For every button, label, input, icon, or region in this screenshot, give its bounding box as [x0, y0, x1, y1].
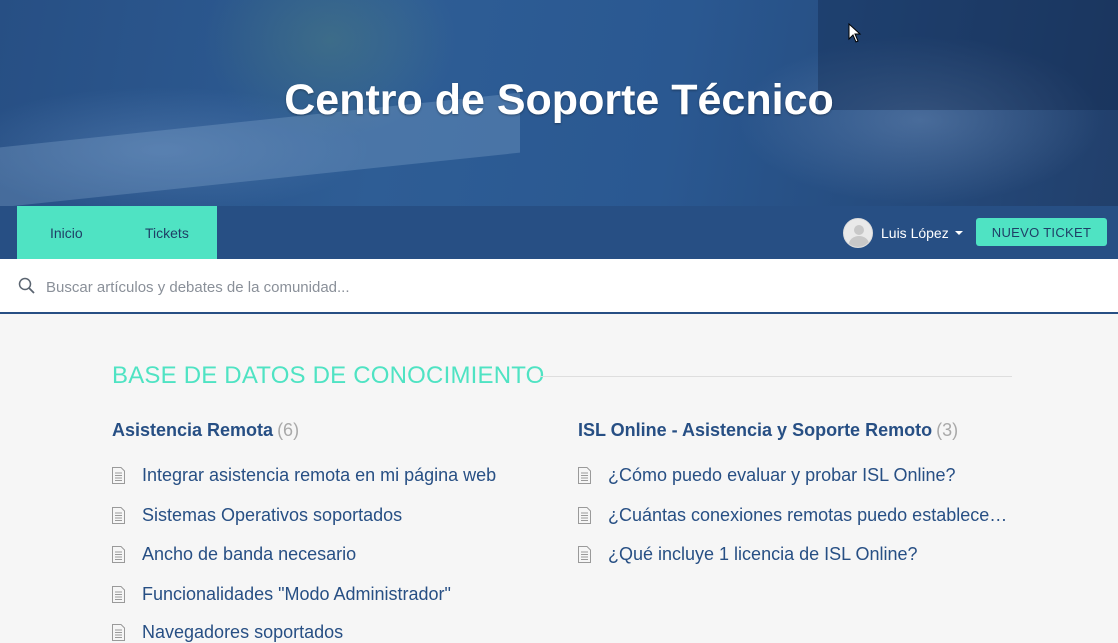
section-asistencia-remota[interactable]: Asistencia Remota (6)	[112, 420, 299, 441]
list-item[interactable]: Ancho de banda necesario	[112, 544, 356, 565]
new-ticket-button[interactable]: NUEVO TICKET	[976, 218, 1107, 246]
search-icon	[18, 277, 35, 294]
user-menu[interactable]: Luis López	[843, 218, 963, 248]
list-item[interactable]: ¿Cuántas conexiones remotas puedo establ…	[578, 505, 1013, 526]
document-icon	[112, 546, 125, 563]
section-count: (3)	[936, 420, 959, 440]
list-item[interactable]: ¿Qué incluye 1 licencia de ISL Online?	[578, 544, 918, 565]
article-link: ¿Qué incluye 1 licencia de ISL Online?	[608, 544, 918, 564]
page-title: Centro de Soporte Técnico	[284, 76, 834, 124]
caret-down-icon	[954, 231, 963, 235]
article-link: Ancho de banda necesario	[142, 544, 357, 564]
nav-tabs: Inicio Tickets	[17, 206, 217, 259]
article-link: Integrar asistencia remota en mi página …	[142, 465, 497, 485]
knowledge-base-title: BASE DE DATOS DE CONOCIMIENTO	[112, 362, 545, 389]
section-title: Asistencia Remota	[112, 420, 274, 440]
list-item[interactable]: Integrar asistencia remota en mi página …	[112, 465, 496, 486]
search-bar	[0, 259, 1118, 314]
mouse-cursor-icon	[848, 23, 862, 43]
document-icon	[112, 467, 125, 484]
user-name: Luis López	[881, 225, 949, 241]
article-link: Sistemas Operativos soportados	[142, 505, 403, 525]
document-icon	[112, 586, 125, 603]
avatar-icon	[843, 218, 873, 248]
article-link: ¿Cómo puedo evaluar y probar ISL Online?	[608, 465, 956, 485]
list-item[interactable]: Funcionalidades "Modo Administrador"	[112, 584, 451, 605]
hero-banner: Centro de Soporte Técnico	[0, 0, 1118, 208]
section-isl-online[interactable]: ISL Online - Asistencia y Soporte Remoto…	[578, 420, 958, 441]
list-item[interactable]: ¿Cómo puedo evaluar y probar ISL Online?	[578, 465, 956, 486]
article-link: Funcionalidades "Modo Administrador"	[142, 584, 451, 604]
document-icon	[578, 507, 591, 524]
document-icon	[578, 546, 591, 563]
search-input[interactable]	[46, 275, 1096, 299]
document-icon	[112, 507, 125, 524]
top-navbar: Inicio Tickets Luis López NUEVO TICKET	[0, 206, 1118, 259]
list-item[interactable]: Sistemas Operativos soportados	[112, 505, 402, 526]
section-count: (6)	[277, 420, 300, 440]
list-item[interactable]: Navegadores soportados	[112, 622, 343, 643]
tab-tickets[interactable]: Tickets	[145, 225, 189, 241]
document-icon	[112, 624, 125, 641]
document-icon	[578, 467, 591, 484]
divider	[540, 376, 1012, 377]
section-title: ISL Online - Asistencia y Soporte Remoto	[578, 420, 933, 440]
article-link: ¿Cuántas conexiones remotas puedo establ…	[608, 505, 1013, 525]
tab-inicio[interactable]: Inicio	[50, 225, 83, 241]
article-link: Navegadores soportados	[142, 622, 344, 642]
